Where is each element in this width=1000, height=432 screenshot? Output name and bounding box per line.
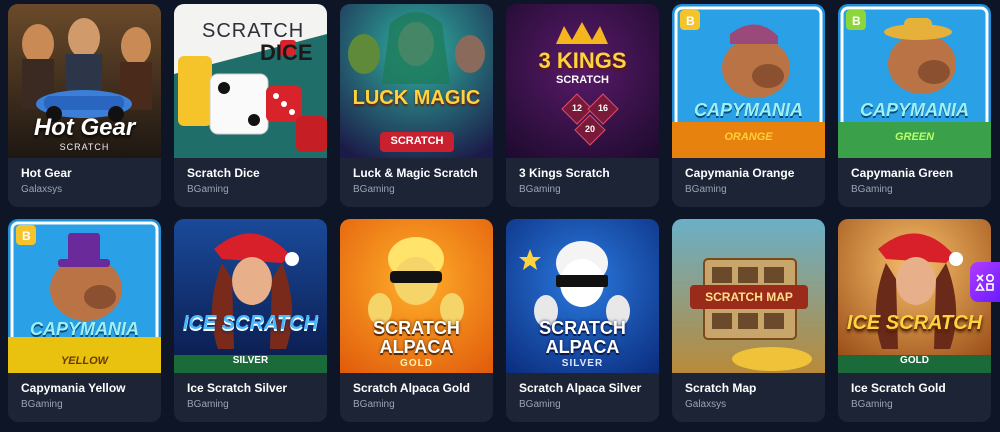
game-provider: BGaming	[187, 184, 229, 195]
art-title-text: CAPYMANIA	[29, 319, 139, 339]
badge-letter: B	[22, 229, 31, 243]
capybara-art-icon: B CAPYMANIA YELLOW	[8, 219, 161, 373]
game-title: Scratch Dice	[187, 166, 260, 180]
game-title: Capymania Yellow	[21, 381, 126, 395]
santa-girl-art-icon: ICE SCRATCH SILVER	[174, 219, 327, 373]
game-provider: BGaming	[685, 184, 727, 195]
game-card-luck-magic-scratch[interactable]: LUCK MAGIC SCRATCH Luck & Magic Scratch …	[340, 4, 493, 207]
game-provider: Galaxsys	[685, 399, 727, 410]
game-card-hot-gear[interactable]: Hot Gear SCRATCH Hot Gear Galaxsys	[8, 4, 161, 207]
art-sub-text: DICE	[260, 40, 313, 65]
game-provider: BGaming	[851, 399, 893, 410]
art-title-text: ICE SCRATCH	[846, 312, 983, 334]
art-title-text: SCRATCH ALPACA	[373, 318, 460, 357]
game-title: Ice Scratch Gold	[851, 381, 946, 395]
game-provider: BGaming	[187, 399, 229, 410]
game-title: Scratch Alpaca Gold	[353, 381, 470, 395]
kings-art-icon: 3 KINGS SCRATCH 12 16 20	[506, 4, 659, 158]
game-title: Hot Gear	[21, 166, 72, 180]
game-card-capymania-yellow[interactable]: B CAPYMANIA YELLOW Capymania Yellow BGam…	[8, 219, 161, 422]
art-sub-text: SCRATCH	[556, 74, 609, 86]
alpaca-art-icon: SCRATCH ALPACA SILVER	[506, 219, 659, 373]
art-sub-text: GREEN	[894, 131, 935, 143]
side-widget-button[interactable]	[970, 262, 1000, 302]
dice-number: 16	[597, 103, 608, 113]
game-card-capymania-green[interactable]: B CAPYMANIA GREEN Capymania Green BGamin…	[838, 4, 991, 207]
games-grid: Hot Gear SCRATCH Hot Gear Galaxsys SCRAT…	[8, 4, 991, 422]
art-sub-text: SILVER	[561, 358, 604, 369]
game-title: Ice Scratch Silver	[187, 381, 288, 395]
badge-letter: B	[686, 14, 695, 28]
capybara-art-icon: B CAPYMANIA ORANGE	[672, 4, 825, 158]
game-title: Capymania Orange	[685, 166, 795, 180]
game-title: Luck & Magic Scratch	[353, 166, 478, 180]
capybara-art-icon: B CAPYMANIA GREEN	[838, 4, 991, 158]
art-title-text: 3 KINGS	[538, 48, 627, 73]
santa-girl-art-icon: ICE SCRATCH GOLD	[838, 219, 991, 373]
luck-magic-art-icon: LUCK MAGIC SCRATCH	[340, 4, 493, 158]
game-card-scratch-dice[interactable]: SCRATCH DICE Scratch Dice BGaming	[174, 4, 327, 207]
game-card-ice-scratch-silver[interactable]: ICE SCRATCH SILVER Ice Scratch Silver BG…	[174, 219, 327, 422]
map-art-icon: SCRATCH MAP	[672, 219, 825, 373]
art-sub-text: SCRATCH	[59, 142, 110, 152]
game-provider: BGaming	[851, 184, 893, 195]
game-title: 3 Kings Scratch	[519, 166, 610, 180]
game-provider: BGaming	[519, 184, 561, 195]
art-sub-text: GOLD	[400, 358, 433, 369]
art-title-text: Hot Gear	[33, 114, 136, 141]
art-sub-text: YELLOW	[60, 355, 109, 367]
art-sub-text: SCRATCH	[390, 135, 444, 147]
art-sub-text: GOLD	[900, 355, 929, 366]
game-provider: BGaming	[353, 399, 395, 410]
game-title: Scratch Alpaca Silver	[519, 381, 642, 395]
game-card-scratch-map[interactable]: SCRATCH MAP Scratch Map Galaxsys	[672, 219, 825, 422]
art-title-text: SCRATCH ALPACA	[539, 318, 626, 357]
game-card-ice-scratch-gold[interactable]: ICE SCRATCH GOLD Ice Scratch Gold BGamin…	[838, 219, 991, 422]
dice-number: 12	[571, 103, 582, 113]
game-card-scratch-alpaca-silver[interactable]: SCRATCH ALPACA SILVER Scratch Alpaca Sil…	[506, 219, 659, 422]
art-title-text: CAPYMANIA	[859, 100, 969, 120]
game-provider: BGaming	[353, 184, 395, 195]
art-sub-text: SILVER	[232, 355, 269, 366]
dice-number: 20	[584, 124, 595, 134]
art-sub-text: ORANGE	[724, 131, 773, 143]
game-card-capymania-orange[interactable]: B CAPYMANIA ORANGE Capymania Orange BGam…	[672, 4, 825, 207]
game-provider: BGaming	[519, 399, 561, 410]
badge-letter: B	[852, 14, 861, 28]
game-title: Capymania Green	[851, 166, 954, 180]
art-title-text: ICE SCRATCH	[182, 312, 319, 334]
game-provider: BGaming	[21, 399, 63, 410]
game-card-3-kings-scratch[interactable]: 3 KINGS SCRATCH 12 16 20 3 Kings Scratch…	[506, 4, 659, 207]
game-title: Scratch Map	[685, 381, 757, 395]
art-title-text: SCRATCH MAP	[705, 290, 793, 304]
game-card-scratch-alpaca-gold[interactable]: SCRATCH ALPACA GOLD Scratch Alpaca Gold …	[340, 219, 493, 422]
dice-art-icon: SCRATCH DICE	[174, 4, 327, 158]
alpaca-art-icon: SCRATCH ALPACA GOLD	[340, 219, 493, 373]
shapes-icon	[975, 273, 995, 291]
hotgear-art-icon: Hot Gear SCRATCH	[8, 4, 161, 158]
art-title-text: LUCK MAGIC	[352, 87, 481, 109]
game-provider: Galaxsys	[21, 184, 63, 195]
art-title-text: CAPYMANIA	[693, 100, 803, 120]
